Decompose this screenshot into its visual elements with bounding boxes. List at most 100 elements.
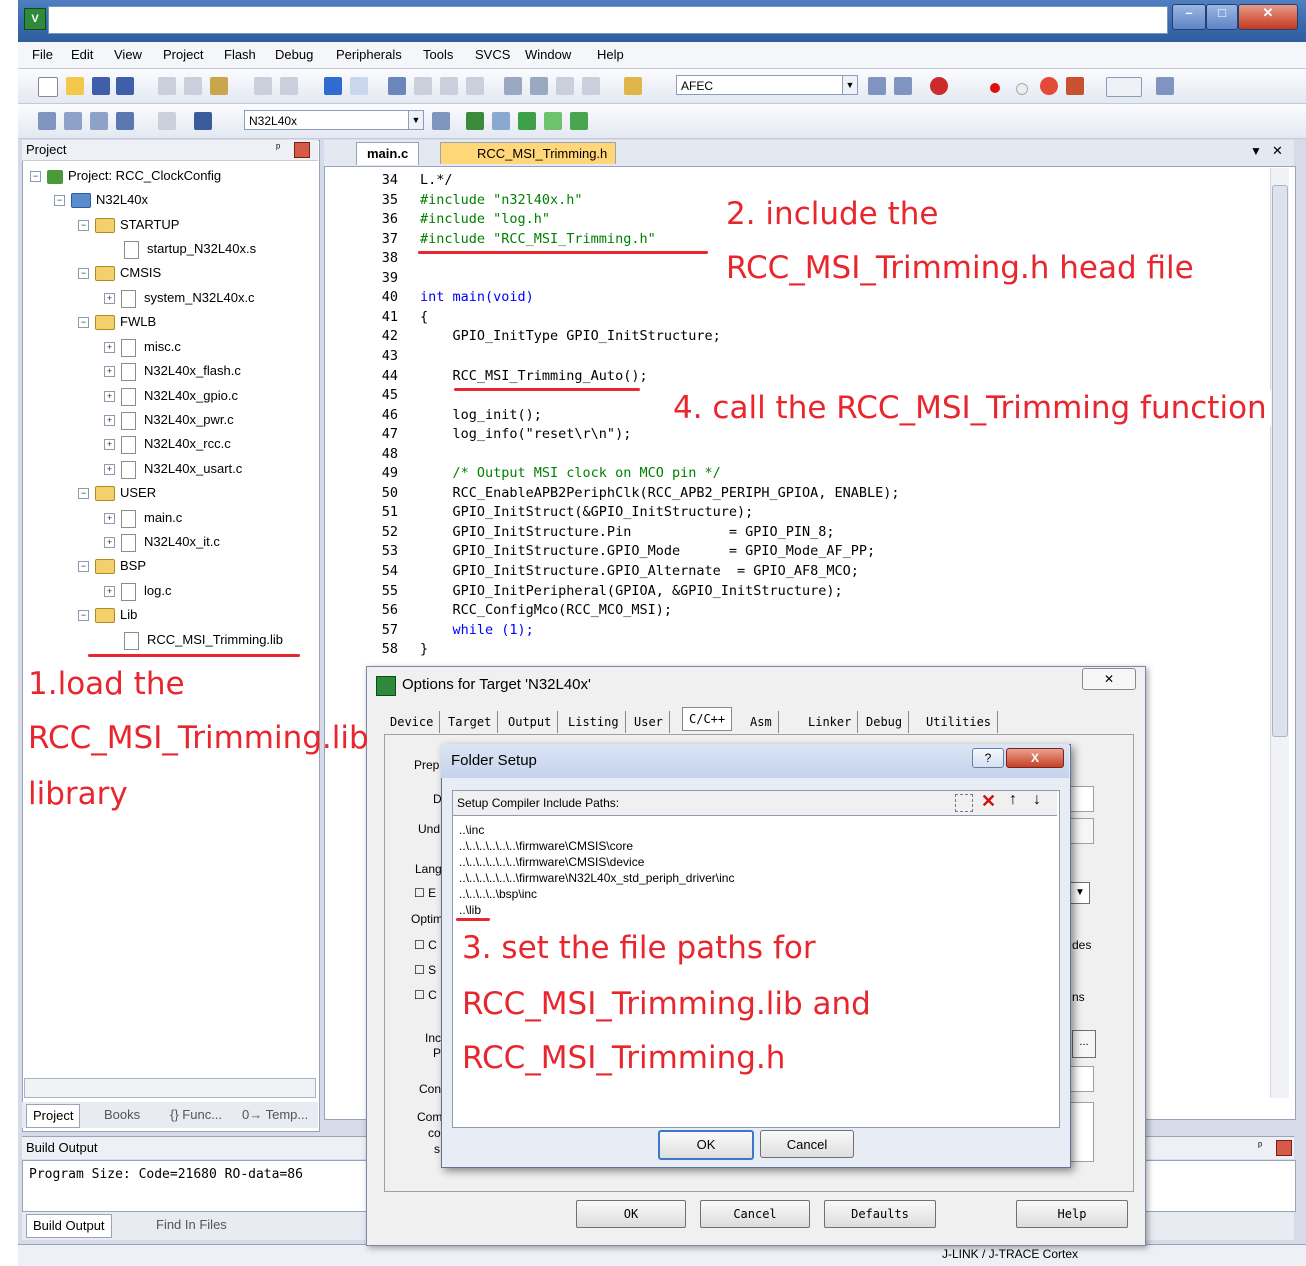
menu-window[interactable]: Window	[525, 47, 571, 62]
tree-item-folder[interactable]: − FWLB	[78, 313, 156, 331]
menu-project[interactable]: Project	[163, 47, 203, 62]
tab-books[interactable]: Books	[98, 1104, 146, 1126]
tab-rcc-msi-trimming-h[interactable]: RCC_MSI_Trimming.h	[440, 142, 616, 164]
code-line[interactable]: 37 #include "RCC_MSI_Trimming.h"	[330, 230, 656, 250]
include-path-item[interactable]: ..\..\..\..\..\..\firmware\N32L40x_std_p…	[459, 870, 734, 886]
redo-icon[interactable]	[280, 77, 298, 95]
code-line[interactable]: 52 GPIO_InitStructure.Pin = GPIO_PIN_8;	[330, 523, 835, 543]
opttab-user[interactable]: User	[628, 711, 670, 733]
option-checkbox[interactable]: ☐ E	[414, 886, 436, 900]
collapse-icon[interactable]: −	[30, 171, 41, 183]
clear-bookmarks-icon[interactable]	[466, 77, 484, 95]
expand-icon[interactable]: +	[104, 342, 115, 354]
target-combo[interactable]: N32L40x ▼	[244, 110, 424, 130]
opttab-output[interactable]: Output	[502, 711, 559, 733]
code-line[interactable]: 55 GPIO_InitPeripheral(GPIOA, &GPIO_Init…	[330, 582, 843, 602]
collapse-icon[interactable]: −	[78, 488, 89, 500]
code-line[interactable]: 53 GPIO_InitStructure.GPIO_Mode = GPIO_M…	[330, 542, 875, 562]
expand-icon[interactable]: +	[104, 537, 115, 549]
tree-item-file[interactable]: + N32L40x_usart.c	[104, 460, 242, 479]
close-pane-icon[interactable]	[294, 142, 310, 158]
open-folder-icon[interactable]	[66, 77, 84, 95]
menu-flash[interactable]: Flash	[224, 47, 256, 62]
nav-forward-icon[interactable]	[350, 77, 368, 95]
option-checkbox[interactable]: ☐ C	[414, 938, 437, 952]
code-line[interactable]: 51 GPIO_InitStruct(&GPIO_InitStructure);	[330, 503, 754, 523]
include-path-item[interactable]: ..\inc	[459, 822, 484, 838]
indent-icon[interactable]	[504, 77, 522, 95]
close-button[interactable]: ✕	[1238, 4, 1298, 30]
collapse-icon[interactable]: −	[54, 195, 65, 207]
options-help-button[interactable]: Help	[1016, 1200, 1128, 1228]
opttab-cc[interactable]: C/C++	[682, 707, 733, 731]
tab-list-icon[interactable]: ▼	[1250, 144, 1262, 158]
new-file-icon[interactable]	[38, 77, 58, 97]
software-packs-icon[interactable]	[570, 112, 588, 130]
code-line[interactable]: 46 log_init();	[330, 406, 542, 426]
tree-item-file[interactable]: + N32L40x_rcc.c	[104, 435, 231, 454]
tree-item-folder[interactable]: − CMSIS	[78, 264, 161, 282]
folder-close-button[interactable]: X	[1006, 748, 1064, 768]
close-pane-icon[interactable]	[1276, 1140, 1292, 1156]
pin-icon[interactable]: ᵖ	[276, 142, 280, 154]
debug-session-icon[interactable]	[930, 77, 948, 95]
stop-build-icon[interactable]	[158, 112, 176, 130]
code-line[interactable]: 36 #include "log.h"	[330, 210, 550, 230]
pin-icon[interactable]: ᵖ	[1258, 1140, 1262, 1152]
pack-installer-icon[interactable]	[544, 112, 562, 130]
copy-icon[interactable]	[184, 77, 202, 95]
code-line[interactable]: 57 while (1);	[330, 621, 534, 641]
expand-icon[interactable]: +	[104, 366, 115, 378]
code-line[interactable]: 40 int main(void)	[330, 288, 534, 308]
chevron-down-icon[interactable]: ▼	[842, 76, 857, 94]
code-line[interactable]: 48	[330, 445, 453, 465]
chevron-down-icon[interactable]: ▼	[1070, 882, 1090, 904]
undefine-field[interactable]	[1070, 818, 1094, 844]
configure-icon[interactable]	[1156, 77, 1174, 95]
opttab-listing[interactable]: Listing	[562, 711, 626, 733]
include-path-item[interactable]: ..\lib	[459, 902, 481, 918]
tree-item-file[interactable]: + N32L40x_pwr.c	[104, 411, 234, 430]
tab-project[interactable]: Project	[26, 1104, 81, 1128]
nav-back-icon[interactable]	[324, 77, 342, 95]
opttab-target[interactable]: Target	[442, 711, 499, 733]
collapse-icon[interactable]: −	[78, 610, 89, 622]
option-checkbox[interactable]: ☐ S	[414, 963, 436, 977]
menu-tools[interactable]: Tools	[423, 47, 453, 62]
manage-components-icon[interactable]	[466, 112, 484, 130]
tab-templates[interactable]: 0→ Temp...	[236, 1104, 314, 1126]
code-line[interactable]: 44 RCC_MSI_Trimming_Auto();	[330, 367, 648, 387]
clear-breakpoints-icon[interactable]	[1066, 77, 1084, 95]
tree-item-file[interactable]: + misc.c	[104, 338, 181, 357]
menu-svcs[interactable]: SVCS	[475, 47, 510, 62]
code-line[interactable]: 41 {	[330, 308, 428, 328]
misc-controls-field[interactable]	[1070, 1066, 1094, 1092]
build-icon[interactable]	[64, 112, 82, 130]
move-up-icon[interactable]: ↑	[1009, 791, 1017, 809]
chevron-down-icon[interactable]: ▼	[408, 111, 423, 129]
incremental-find-icon[interactable]	[894, 77, 912, 95]
expand-icon[interactable]: +	[104, 293, 115, 305]
code-line[interactable]: 43	[330, 347, 453, 367]
tab-build-output[interactable]: Build Output	[26, 1214, 112, 1238]
opttab-linker[interactable]: Linker	[802, 711, 859, 733]
paste-icon[interactable]	[210, 77, 228, 95]
code-line[interactable]: 42 GPIO_InitType GPIO_InitStructure;	[330, 327, 721, 347]
load-icon[interactable]	[194, 112, 212, 130]
save-all-icon[interactable]	[116, 77, 134, 95]
find-combo[interactable]: AFEC ▼	[676, 75, 858, 95]
uncomment-icon[interactable]	[582, 77, 600, 95]
new-path-icon[interactable]	[955, 794, 973, 812]
opttab-device[interactable]: Device	[384, 711, 441, 733]
find-icon[interactable]	[868, 77, 886, 95]
options-cancel-button[interactable]: Cancel	[700, 1200, 810, 1228]
translate-icon[interactable]	[38, 112, 56, 130]
folder-ok-button[interactable]: OK	[658, 1130, 754, 1160]
manage-project-icon[interactable]	[492, 112, 510, 130]
next-bookmark-icon[interactable]	[440, 77, 458, 95]
expand-icon[interactable]: +	[104, 586, 115, 598]
move-down-icon[interactable]: ↓	[1033, 791, 1041, 809]
maximize-button[interactable]: □	[1206, 4, 1238, 30]
tab-main-c[interactable]: main.c	[356, 142, 420, 165]
expand-icon[interactable]: +	[104, 415, 115, 427]
